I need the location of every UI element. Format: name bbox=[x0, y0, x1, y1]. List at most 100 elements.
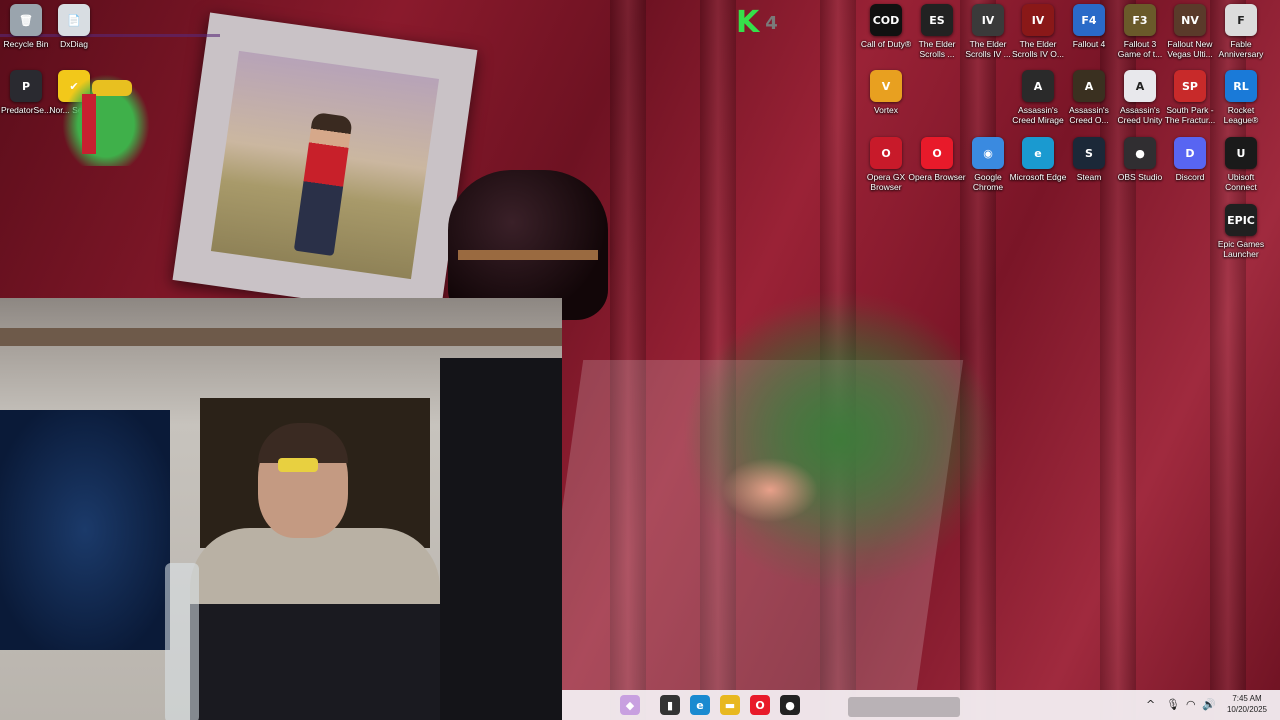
desktop-icon-ac-mirage[interactable]: A Assassin's Creed Mirage bbox=[1012, 70, 1064, 140]
predatorsense-icon: P bbox=[10, 70, 42, 102]
desktop-icon-epic[interactable]: EPIC Epic Games Launcher bbox=[1215, 204, 1267, 274]
wallpaper-photo-frame bbox=[172, 12, 478, 318]
call-of-duty-icon: COD bbox=[870, 4, 902, 36]
tray-chevron-icon[interactable]: ^ bbox=[1146, 698, 1155, 711]
desktop-icon-fable-anniversary[interactable]: F Fable Anniversary bbox=[1215, 4, 1267, 74]
wallpaper-framed-photo bbox=[210, 50, 440, 280]
wallpaper-plant bbox=[620, 200, 1060, 670]
desktop-icon-steam[interactable]: S Steam bbox=[1063, 137, 1115, 207]
desktop-icon-dxdiag[interactable]: 📄 DxDiag bbox=[48, 4, 100, 74]
k-overlay-letter: K bbox=[736, 5, 760, 40]
desktop-icon-label: Fallout New Vegas Ulti... bbox=[1167, 39, 1213, 59]
desktop-icon-rocket-league[interactable]: RL Rocket League® bbox=[1215, 70, 1267, 140]
desktop-icon-label: Assassin's Creed Mirage bbox=[1012, 105, 1064, 125]
desktop-icon-elder-scrolls-iv[interactable]: IV The Elder Scrolls IV ... bbox=[962, 4, 1014, 74]
rocket-league-icon: RL bbox=[1225, 70, 1257, 102]
fallout-nv-icon: NV bbox=[1174, 4, 1206, 36]
chrome-icon: ◉ bbox=[972, 137, 1004, 169]
tray-wifi-icon[interactable]: ◠ bbox=[1186, 698, 1196, 711]
desktop-icon-label: The Elder Scrolls ... bbox=[918, 39, 956, 59]
desktop-icon-fallout-4[interactable]: F4 Fallout 4 bbox=[1063, 4, 1115, 74]
desktop-icon-label: Steam bbox=[1076, 172, 1102, 182]
desktop-icon-label: The Elder Scrolls IV O... bbox=[1012, 39, 1064, 59]
dxdiag-icon: 📄 bbox=[58, 4, 90, 36]
desktop-icon-ac-odyssey[interactable]: A Assassin's Creed O... bbox=[1063, 70, 1115, 140]
fallout-3-icon: F3 bbox=[1124, 4, 1156, 36]
desktop-icon-ubisoft[interactable]: U Ubisoft Connect bbox=[1215, 137, 1267, 207]
edge-icon: e bbox=[1022, 137, 1054, 169]
desktop-icon-chrome[interactable]: ◉ Google Chrome bbox=[962, 137, 1014, 207]
ubisoft-icon: U bbox=[1225, 137, 1257, 169]
ac-unity-icon: A bbox=[1124, 70, 1156, 102]
opera-icon: O bbox=[921, 137, 953, 169]
webcam-tapestry-right bbox=[440, 358, 562, 720]
desktop-icon-label: DxDiag bbox=[60, 39, 88, 49]
recycle-bin-icon: 🗑 bbox=[10, 4, 42, 36]
desktop-icon-fallout-nv[interactable]: NV Fallout New Vegas Ulti... bbox=[1164, 4, 1216, 74]
discord-icon: D bbox=[1174, 137, 1206, 169]
webcam-person-body bbox=[190, 528, 440, 720]
desktop-icon-opera[interactable]: O Opera Browser bbox=[908, 137, 966, 207]
desktop-icon-vortex[interactable]: V Vortex bbox=[860, 70, 912, 140]
desktop-icon-label: Discord bbox=[1175, 172, 1205, 182]
dragon-sticker-image bbox=[62, 74, 150, 166]
desktop-icon-elder-scrolls-iv-o[interactable]: IV The Elder Scrolls IV O... bbox=[1012, 4, 1064, 74]
elder-scrolls-1-icon: ES bbox=[921, 4, 953, 36]
dragon-mane bbox=[92, 80, 132, 96]
fallout-4-icon: F4 bbox=[1073, 4, 1105, 36]
desktop-icon-label: Epic Games Launcher bbox=[1217, 239, 1265, 259]
desktop-icon-label: Vortex bbox=[873, 105, 899, 115]
vortex-icon: V bbox=[870, 70, 902, 102]
wallpaper-framed-person bbox=[293, 111, 353, 257]
desktop-icon-label: Call of Duty® bbox=[860, 39, 912, 49]
elder-scrolls-iv-o-icon: IV bbox=[1022, 4, 1054, 36]
fable-anniversary-icon: F bbox=[1225, 4, 1257, 36]
desktop-icon-call-of-duty[interactable]: COD Call of Duty® bbox=[860, 4, 912, 74]
webcam-person-headband bbox=[278, 458, 318, 472]
taskbar-task-view-icon[interactable]: ▮ bbox=[660, 695, 680, 715]
obs-icon: ● bbox=[1124, 137, 1156, 169]
desktop-icon-elder-scrolls-1[interactable]: ES The Elder Scrolls ... bbox=[911, 4, 963, 74]
webcam-overlay bbox=[0, 298, 562, 720]
desktop-icon-label: Microsoft Edge bbox=[1009, 172, 1067, 182]
taskbar-edge-icon[interactable]: e bbox=[690, 695, 710, 715]
opera-gx-icon: O bbox=[870, 137, 902, 169]
desktop-icon-discord[interactable]: D Discord bbox=[1164, 137, 1216, 207]
tray-mic-icon[interactable]: 🎙 bbox=[1166, 698, 1180, 711]
taskbar: ◆ ▮ e ▬ O ● ^ 🎙 ◠ 🔊 7:45 AM 10/20/2025 bbox=[562, 690, 1280, 720]
taskbar-file-explorer-icon[interactable]: ▬ bbox=[720, 695, 740, 715]
steam-icon: S bbox=[1073, 137, 1105, 169]
desktop-icon-south-park[interactable]: SP South Park - The Fractur... bbox=[1164, 70, 1216, 140]
taskbar-blurred-region bbox=[848, 697, 960, 717]
elder-scrolls-iv-icon: IV bbox=[972, 4, 1004, 36]
taskbar-clock[interactable]: 7:45 AM 10/20/2025 bbox=[1216, 693, 1278, 715]
epic-icon: EPIC bbox=[1225, 204, 1257, 236]
taskbar-app-icon[interactable]: ● bbox=[780, 695, 800, 715]
desktop-icon-label: Fable Anniversary bbox=[1218, 39, 1264, 59]
taskbar-opera-icon[interactable]: O bbox=[750, 695, 770, 715]
dragon-stripe bbox=[82, 94, 96, 154]
clock-time: 7:45 AM bbox=[1232, 694, 1262, 703]
desktop-icon-ac-unity[interactable]: A Assassin's Creed Unity bbox=[1114, 70, 1166, 140]
desktop-icon-label: Ubisoft Connect bbox=[1225, 172, 1257, 192]
desktop-icon-opera-gx[interactable]: O Opera GX Browser bbox=[860, 137, 912, 207]
desktop-icon-label: Opera Browser bbox=[908, 172, 966, 182]
webcam-ceiling-trim bbox=[0, 328, 562, 346]
desktop-icon-edge[interactable]: e Microsoft Edge bbox=[1009, 137, 1067, 207]
desktop-icon-label: Rocket League® bbox=[1223, 105, 1259, 125]
desktop-icon-label: South Park - The Fractur... bbox=[1164, 105, 1216, 125]
south-park-icon: SP bbox=[1174, 70, 1206, 102]
wallpaper-urn-band bbox=[458, 250, 598, 260]
tray-speaker-icon[interactable]: 🔊 bbox=[1202, 698, 1216, 711]
desktop-icon-fallout-3[interactable]: F3 Fallout 3 Game of t... bbox=[1114, 4, 1166, 74]
ac-mirage-icon: A bbox=[1022, 70, 1054, 102]
taskbar-copilot-icon[interactable]: ◆ bbox=[620, 695, 640, 715]
desktop-icon-obs[interactable]: ● OBS Studio bbox=[1114, 137, 1166, 207]
k-overlay-badge: K 4 bbox=[736, 6, 794, 40]
desktop-icon-label: Assassin's Creed O... bbox=[1069, 105, 1109, 125]
desktop-icon-label: Opera GX Browser bbox=[866, 172, 906, 192]
desktop-icon-label: Fallout 4 bbox=[1072, 39, 1106, 49]
ac-odyssey-icon: A bbox=[1073, 70, 1105, 102]
clock-date: 10/20/2025 bbox=[1226, 705, 1268, 714]
webcam-tapestry-left bbox=[0, 410, 170, 650]
